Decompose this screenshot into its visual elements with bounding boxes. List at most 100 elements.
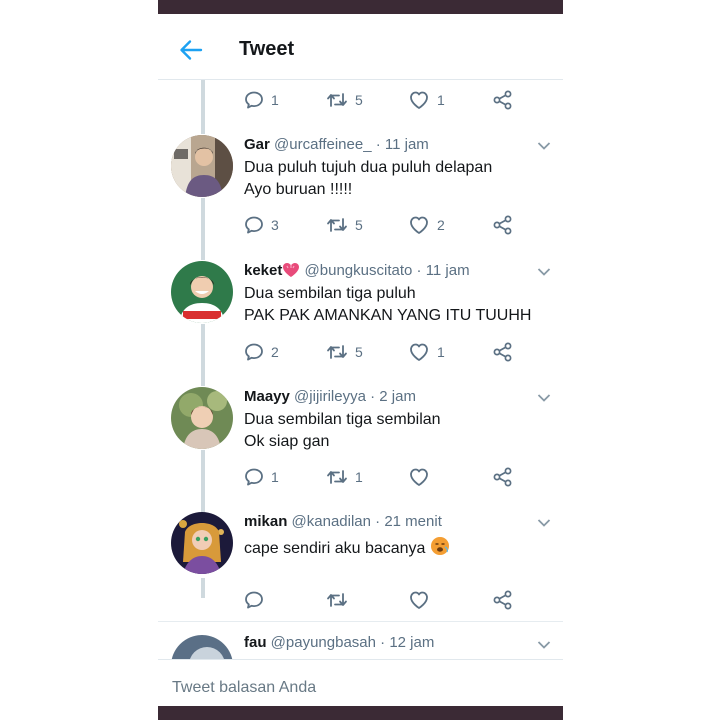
tweet-text-line: Dua sembilan tiga sembilan <box>244 411 441 428</box>
thread-line <box>201 324 205 386</box>
retweet-icon <box>327 345 347 359</box>
display-name[interactable]: Maayy <box>244 388 290 405</box>
phone-screen: 1 5 1 Gar @urcaffeinee_ · 11 jam Dua pul… <box>158 0 563 720</box>
heart-icon <box>410 216 428 234</box>
thread-line <box>201 578 205 598</box>
reply-input[interactable]: Tweet balasan Anda <box>172 679 316 697</box>
tweet-actions: 2 5 1 <box>244 340 524 364</box>
retweet-button[interactable] <box>326 588 355 612</box>
avatar[interactable] <box>171 387 233 449</box>
share-icon <box>493 342 512 362</box>
handle[interactable]: @payungbasah <box>271 634 376 651</box>
reply-button[interactable]: 3 <box>244 213 279 237</box>
app-header: Tweet <box>158 14 563 80</box>
reply-button[interactable] <box>244 588 271 612</box>
chevron-down-icon[interactable] <box>537 518 551 528</box>
tweet-header: Maayy @jijirileyya · 2 jam <box>244 388 416 405</box>
separator-dot: · <box>416 262 422 279</box>
avatar-image <box>171 635 233 659</box>
tweet-text: cape sendiri aku bacanya <box>244 540 426 557</box>
reply-composer[interactable]: Tweet balasan Anda <box>158 659 563 706</box>
tweet-text-line: cape sendiri aku bacanya <box>244 536 450 558</box>
heart-icon <box>410 91 428 109</box>
share-icon <box>493 90 512 110</box>
retweet-button[interactable]: 5 <box>326 340 363 364</box>
display-name[interactable]: Gar <box>244 136 270 153</box>
share-button[interactable] <box>492 213 514 237</box>
avatar-image <box>171 261 233 323</box>
retweet-count: 5 <box>355 92 363 108</box>
avatar[interactable] <box>171 512 233 574</box>
thread-line <box>201 450 205 512</box>
navigation-bar <box>158 706 563 720</box>
chevron-down-icon[interactable] <box>537 267 551 277</box>
share-icon <box>493 215 512 235</box>
share-icon <box>493 467 512 487</box>
share-button[interactable] <box>492 340 514 364</box>
tweet-text-line: Dua sembilan tiga puluh <box>244 285 416 302</box>
reply-icon <box>245 591 263 609</box>
reply-button[interactable]: 2 <box>244 340 279 364</box>
tweet-actions <box>244 588 524 612</box>
tweet-actions: 1 1 <box>244 465 524 489</box>
handle[interactable]: @kanadilan <box>292 513 371 530</box>
status-bar <box>158 0 563 14</box>
tweet-item[interactable]: fau @payungbasah · 12 jam <box>158 633 563 659</box>
timestamp[interactable]: 21 menit <box>384 513 442 530</box>
avatar[interactable] <box>171 261 233 323</box>
heart-icon <box>410 343 428 361</box>
like-button[interactable] <box>408 465 437 489</box>
display-name[interactable]: mikan <box>244 513 287 530</box>
reply-count: 1 <box>271 469 279 485</box>
tweet-header: keket @bungkuscitato · 11 jam <box>244 262 470 279</box>
chevron-down-icon[interactable] <box>537 141 551 151</box>
reply-icon <box>245 468 263 486</box>
handle[interactable]: @bungkuscitato <box>305 262 413 279</box>
like-button[interactable] <box>408 588 437 612</box>
reply-count: 1 <box>271 92 279 108</box>
reply-icon <box>245 91 263 109</box>
timestamp[interactable]: 11 jam <box>385 136 429 153</box>
chevron-down-icon[interactable] <box>537 393 551 403</box>
share-button[interactable] <box>492 88 514 112</box>
reply-count: 2 <box>271 344 279 360</box>
display-name[interactable]: fau <box>244 634 267 651</box>
thread-line <box>201 198 205 260</box>
avatar[interactable] <box>171 635 233 659</box>
arrow-left-icon[interactable] <box>178 38 204 62</box>
chevron-down-icon[interactable] <box>537 640 551 650</box>
tweet-actions: 1 5 1 <box>244 88 524 112</box>
divider <box>158 621 563 622</box>
like-count: 1 <box>437 344 445 360</box>
tweet-text-line: Ayo buruan !!!!! <box>244 181 353 198</box>
separator-dot: · <box>370 388 376 405</box>
tweet-text-line: Ok siap gan <box>244 433 330 450</box>
display-name[interactable]: keket <box>244 262 282 279</box>
share-button[interactable] <box>492 588 514 612</box>
retweet-button[interactable]: 5 <box>326 88 363 112</box>
separator-dot: · <box>380 634 386 651</box>
retweet-icon <box>327 593 347 607</box>
like-button[interactable]: 1 <box>408 340 445 364</box>
reply-button[interactable]: 1 <box>244 88 279 112</box>
share-button[interactable] <box>492 465 514 489</box>
timestamp[interactable]: 12 jam <box>389 634 434 651</box>
timestamp[interactable]: 11 jam <box>426 262 470 279</box>
hot-face-emoji <box>430 537 449 555</box>
timestamp[interactable]: 2 jam <box>379 388 416 405</box>
heart-emoji <box>283 263 300 277</box>
like-button[interactable]: 2 <box>408 213 445 237</box>
tweet-header: Gar @urcaffeinee_ · 11 jam <box>244 136 429 153</box>
retweet-button[interactable]: 5 <box>326 213 363 237</box>
avatar-image <box>171 135 233 197</box>
thread-line <box>201 80 205 134</box>
avatar[interactable] <box>171 135 233 197</box>
retweet-icon <box>327 470 347 484</box>
reply-icon <box>245 343 263 361</box>
handle[interactable]: @jijirileyya <box>294 388 366 405</box>
retweet-button[interactable]: 1 <box>326 465 363 489</box>
like-button[interactable]: 1 <box>408 88 445 112</box>
reply-button[interactable]: 1 <box>244 465 279 489</box>
retweet-count: 5 <box>355 217 363 233</box>
handle[interactable]: @urcaffeinee_ <box>274 136 372 153</box>
